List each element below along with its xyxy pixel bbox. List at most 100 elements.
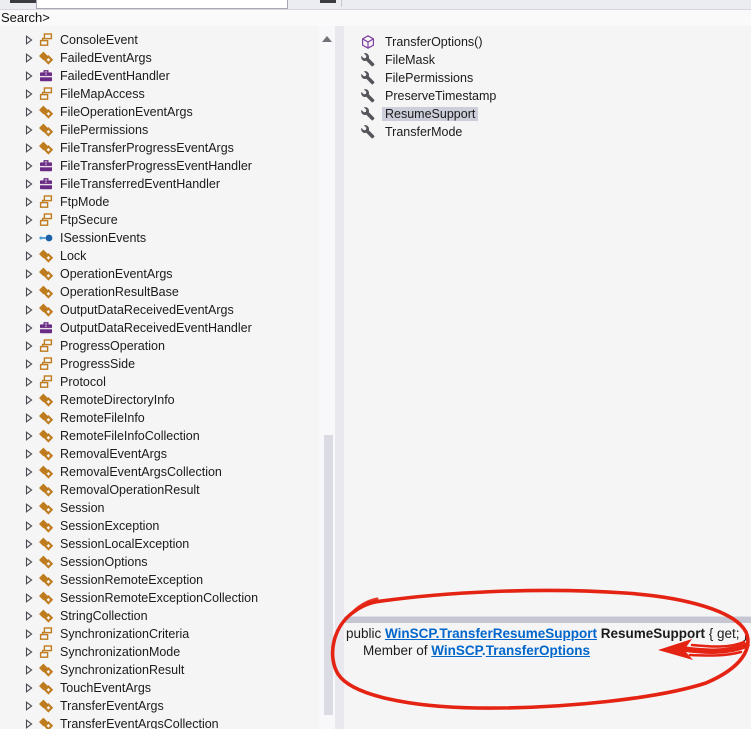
tree-item-sessionexception[interactable]: SessionException bbox=[0, 517, 319, 535]
expand-chevron-icon[interactable] bbox=[25, 413, 33, 423]
expand-chevron-icon[interactable] bbox=[25, 611, 33, 621]
tree-item-sessionoptions[interactable]: SessionOptions bbox=[0, 553, 319, 571]
expand-chevron-icon[interactable] bbox=[25, 215, 33, 225]
tree-item-fileoperationeventargs[interactable]: FileOperationEventArgs bbox=[0, 103, 319, 121]
tree-scrollbar[interactable] bbox=[319, 26, 335, 729]
expand-chevron-icon[interactable] bbox=[25, 395, 33, 405]
expand-chevron-icon[interactable] bbox=[25, 233, 33, 243]
member-item-transfermode[interactable]: TransferMode bbox=[344, 123, 751, 141]
expand-chevron-icon[interactable] bbox=[25, 359, 33, 369]
tree-item-operationeventargs[interactable]: OperationEventArgs bbox=[0, 265, 319, 283]
expand-chevron-icon[interactable] bbox=[25, 557, 33, 567]
class-icon bbox=[38, 608, 54, 624]
tree-item-toucheventargs[interactable]: TouchEventArgs bbox=[0, 679, 319, 697]
expand-chevron-icon[interactable] bbox=[25, 377, 33, 387]
expand-chevron-icon[interactable] bbox=[25, 107, 33, 117]
tree-item-transfereventargs[interactable]: TransferEventArgs bbox=[0, 697, 319, 715]
expand-chevron-icon[interactable] bbox=[25, 179, 33, 189]
member-item-preservetimestamp[interactable]: PreserveTimestamp bbox=[344, 87, 751, 105]
expand-chevron-icon[interactable] bbox=[25, 71, 33, 81]
expand-chevron-icon[interactable] bbox=[25, 629, 33, 639]
tree-item-removaloperationresult[interactable]: RemovalOperationResult bbox=[0, 481, 319, 499]
tree-item-failedeventhandler[interactable]: FailedEventHandler bbox=[0, 67, 319, 85]
tree-item-filetransferprogresseventhandler[interactable]: FileTransferProgressEventHandler bbox=[0, 157, 319, 175]
class-icon bbox=[38, 662, 54, 678]
search-combobox[interactable] bbox=[36, 0, 288, 9]
tree-item-outputdatareceivedeventargs[interactable]: OutputDataReceivedEventArgs bbox=[0, 301, 319, 319]
tree-item-synchronizationmode[interactable]: SynchronizationMode bbox=[0, 643, 319, 661]
tree-item-isessionevents[interactable]: ISessionEvents bbox=[0, 229, 319, 247]
expand-chevron-icon[interactable] bbox=[25, 467, 33, 477]
expand-chevron-icon[interactable] bbox=[25, 575, 33, 585]
expand-chevron-icon[interactable] bbox=[25, 431, 33, 441]
expand-chevron-icon[interactable] bbox=[25, 521, 33, 531]
expand-chevron-icon[interactable] bbox=[25, 251, 33, 261]
expand-chevron-icon[interactable] bbox=[25, 125, 33, 135]
expand-chevron-icon[interactable] bbox=[25, 89, 33, 99]
member-item-resumesupport[interactable]: ResumeSupport bbox=[344, 105, 751, 123]
tree-item-ftpmode[interactable]: FtpMode bbox=[0, 193, 319, 211]
tree-item-remotefileinfocollection[interactable]: RemoteFileInfoCollection bbox=[0, 427, 319, 445]
expand-chevron-icon[interactable] bbox=[25, 683, 33, 693]
member-item-filemask[interactable]: FileMask bbox=[344, 51, 751, 69]
tree-item-synchronizationcriteria[interactable]: SynchronizationCriteria bbox=[0, 625, 319, 643]
tree-item-remotedirectoryinfo[interactable]: RemoteDirectoryInfo bbox=[0, 391, 319, 409]
expand-chevron-icon[interactable] bbox=[25, 143, 33, 153]
expand-chevron-icon[interactable] bbox=[25, 593, 33, 603]
tree-item-sessionlocalexception[interactable]: SessionLocalException bbox=[0, 535, 319, 553]
expand-chevron-icon[interactable] bbox=[25, 647, 33, 657]
expand-chevron-icon[interactable] bbox=[25, 701, 33, 711]
expand-chevron-icon[interactable] bbox=[25, 323, 33, 333]
scroll-up-arrow-icon[interactable] bbox=[322, 36, 332, 42]
tree-item-progressoperation[interactable]: ProgressOperation bbox=[0, 337, 319, 355]
type-link[interactable]: TransferOptions bbox=[486, 643, 590, 658]
tree-item-sessionremoteexceptioncollection[interactable]: SessionRemoteExceptionCollection bbox=[0, 589, 319, 607]
types-tree-panel: ConsoleEvent FailedEventArgs FailedEvent… bbox=[0, 26, 319, 729]
tree-item-consoleevent[interactable]: ConsoleEvent bbox=[0, 31, 319, 49]
member-item-filepermissions[interactable]: FilePermissions bbox=[344, 69, 751, 87]
horizontal-splitter[interactable] bbox=[344, 616, 751, 623]
tree-item-filetransferprogresseventargs[interactable]: FileTransferProgressEventArgs bbox=[0, 139, 319, 157]
tree-item-operationresultbase[interactable]: OperationResultBase bbox=[0, 283, 319, 301]
tree-item-transfereventargscollection[interactable]: TransferEventArgsCollection bbox=[0, 715, 319, 729]
class-icon bbox=[38, 482, 54, 498]
type-link[interactable]: WinSCP.TransferResumeSupport bbox=[385, 626, 597, 641]
tree-item-removaleventargs[interactable]: RemovalEventArgs bbox=[0, 445, 319, 463]
tree-item-lock[interactable]: Lock bbox=[0, 247, 319, 265]
expand-chevron-icon[interactable] bbox=[25, 35, 33, 45]
tree-item-failedeventargs[interactable]: FailedEventArgs bbox=[0, 49, 319, 67]
expand-chevron-icon[interactable] bbox=[25, 503, 33, 513]
tree-item-progressside[interactable]: ProgressSide bbox=[0, 355, 319, 373]
property-icon bbox=[360, 106, 376, 122]
tree-item-protocol[interactable]: Protocol bbox=[0, 373, 319, 391]
expand-chevron-icon[interactable] bbox=[25, 539, 33, 549]
expand-chevron-icon[interactable] bbox=[25, 719, 33, 729]
tree-item-filetransferredeventhandler[interactable]: FileTransferredEventHandler bbox=[0, 175, 319, 193]
tree-item-synchronizationresult[interactable]: SynchronizationResult bbox=[0, 661, 319, 679]
tree-item-filepermissions[interactable]: FilePermissions bbox=[0, 121, 319, 139]
expand-chevron-icon[interactable] bbox=[25, 161, 33, 171]
expand-chevron-icon[interactable] bbox=[25, 287, 33, 297]
class-icon bbox=[38, 302, 54, 318]
tree-item-session[interactable]: Session bbox=[0, 499, 319, 517]
expand-chevron-icon[interactable] bbox=[25, 197, 33, 207]
tree-item-filemapaccess[interactable]: FileMapAccess bbox=[0, 85, 319, 103]
expand-chevron-icon[interactable] bbox=[25, 269, 33, 279]
tree-item-sessionremoteexception[interactable]: SessionRemoteException bbox=[0, 571, 319, 589]
member-item-transferoptions[interactable]: TransferOptions() bbox=[344, 33, 751, 51]
expand-chevron-icon[interactable] bbox=[25, 341, 33, 351]
expand-chevron-icon[interactable] bbox=[25, 665, 33, 675]
tree-item-outputdatareceivedeventhandler[interactable]: OutputDataReceivedEventHandler bbox=[0, 319, 319, 337]
toolbar-icon-fragment bbox=[320, 0, 336, 3]
type-link[interactable]: WinSCP bbox=[431, 643, 482, 658]
tree-item-ftpsecure[interactable]: FtpSecure bbox=[0, 211, 319, 229]
expand-chevron-icon[interactable] bbox=[25, 485, 33, 495]
expand-chevron-icon[interactable] bbox=[25, 305, 33, 315]
vertical-splitter[interactable] bbox=[335, 26, 344, 729]
expand-chevron-icon[interactable] bbox=[25, 449, 33, 459]
tree-item-removaleventargscollection[interactable]: RemovalEventArgsCollection bbox=[0, 463, 319, 481]
tree-item-remotefileinfo[interactable]: RemoteFileInfo bbox=[0, 409, 319, 427]
expand-chevron-icon[interactable] bbox=[25, 53, 33, 63]
scrollbar-thumb[interactable] bbox=[324, 435, 333, 715]
tree-item-stringcollection[interactable]: StringCollection bbox=[0, 607, 319, 625]
